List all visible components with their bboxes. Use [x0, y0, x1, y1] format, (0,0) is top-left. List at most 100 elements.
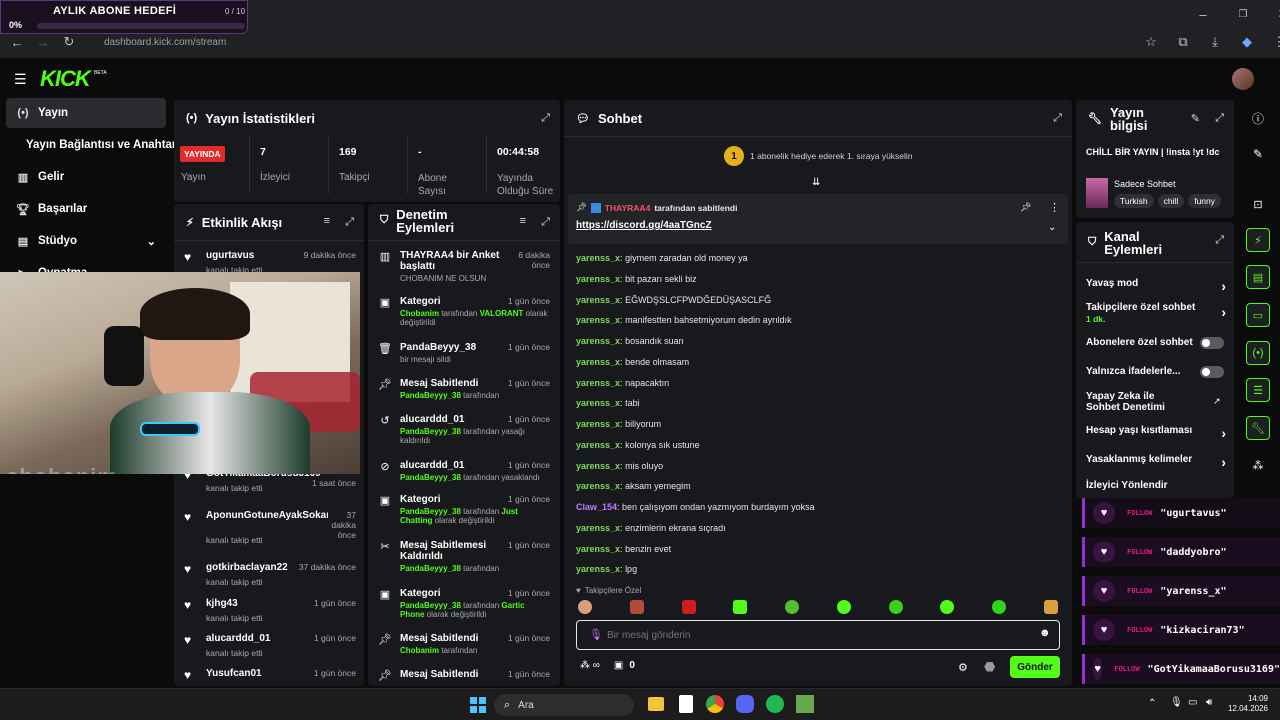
category-thumbnail[interactable] — [1086, 178, 1108, 208]
discord-icon[interactable] — [736, 695, 754, 713]
emote-icon[interactable] — [785, 600, 800, 614]
menu-dots-icon[interactable]: ⋮ — [1268, 34, 1280, 50]
chat-bubble-icon[interactable]: ▭ — [1246, 303, 1270, 327]
gift-banner[interactable]: 1 1 abonelik hediye ederek 1. sıraya yük… — [724, 146, 913, 166]
action-account-age[interactable]: Hesap yaşı kısıtlaması › — [1086, 425, 1226, 441]
action-banned-words[interactable]: Yasaklanmış kelimeler › — [1086, 454, 1226, 470]
profile-icon[interactable]: ◆ — [1236, 34, 1258, 50]
kick-logo[interactable]: KICK — [40, 66, 91, 92]
popout-icon[interactable]: ⤢ — [1053, 112, 1062, 125]
chrome-icon[interactable] — [706, 695, 724, 713]
list-icon[interactable]: ☰ — [1246, 378, 1270, 402]
bookmark-star-icon[interactable]: ☆ — [1140, 34, 1162, 50]
chat-username[interactable]: yarenss_x — [576, 378, 620, 388]
maximize-icon[interactable]: ❐ — [1232, 9, 1254, 20]
tag-chip[interactable]: Turkish — [1114, 194, 1154, 208]
chat-username[interactable]: yarenss_x — [576, 419, 620, 429]
points-icon[interactable]: ⁂ ∞ — [580, 660, 600, 671]
popout-icon[interactable]: ⤢ — [1215, 112, 1224, 125]
filter-icon[interactable]: ≡ — [324, 215, 330, 227]
sidebar-item-gelir[interactable]: ▥ Gelir — [6, 162, 166, 192]
hamburger-menu-icon[interactable]: ☰ — [14, 71, 27, 88]
focus-icon[interactable]: ⊡ — [1246, 192, 1270, 216]
minecraft-icon[interactable] — [796, 695, 814, 713]
back-icon[interactable]: ← — [6, 35, 28, 50]
sidebar-item-yayin[interactable]: (•) Yayın — [6, 98, 166, 128]
chat-username[interactable]: yarenss_x — [576, 315, 620, 325]
chevron-up-icon[interactable]: ⌃ — [1148, 698, 1156, 709]
volume-icon[interactable]: 🔊︎ — [1206, 697, 1212, 708]
chat-username[interactable]: yarenss_x — [576, 523, 620, 533]
chat-username[interactable]: yarenss_x — [576, 398, 620, 408]
wrench-icon[interactable]: 🔧︎ — [1246, 416, 1270, 440]
send-button[interactable]: Gönder — [1010, 656, 1060, 678]
moderation-actor[interactable]: PandaBeyyy_38 — [400, 564, 461, 573]
taskbar-clock[interactable]: 14:09 12.04.2026 — [1226, 694, 1268, 714]
chat-input[interactable] — [607, 626, 1027, 644]
broadcast-icon[interactable]: (•) — [1246, 341, 1270, 365]
points-icon[interactable]: ⁂ — [1246, 453, 1270, 477]
tag-chip[interactable]: funny — [1188, 194, 1222, 208]
chat-username[interactable]: Claw_154 — [576, 502, 617, 512]
sidebar-item-studyo[interactable]: ▤ Stüdyo ⌄ — [6, 226, 166, 256]
filter-icon[interactable]: ≡ — [520, 215, 526, 227]
address-bar[interactable]: dashboard.kick.com/stream — [82, 34, 1252, 52]
category-name[interactable]: Sadece Sohbet — [1114, 179, 1176, 189]
close-icon[interactable]: ✕ — [1272, 6, 1280, 22]
extensions-icon[interactable]: ⧉ — [1172, 34, 1194, 50]
spotify-icon[interactable] — [766, 695, 784, 713]
action-raid[interactable]: İzleyici Yönlendir — [1086, 480, 1226, 491]
emotes-only-toggle[interactable] — [1200, 366, 1224, 378]
microphone-icon[interactable]: 🎙︎ — [1170, 697, 1183, 708]
moderation-actor[interactable]: PandaBeyyy_38 — [400, 391, 461, 400]
forward-icon[interactable]: → — [32, 35, 54, 50]
chat-username[interactable]: yarenss_x — [576, 336, 620, 346]
sidebar-item-stream-key[interactable]: Yayın Bağlantısı ve Anahtarı — [6, 130, 180, 160]
external-link-icon[interactable]: ↗ — [1213, 396, 1221, 407]
emote-icon[interactable] — [578, 600, 592, 614]
emoji-icon[interactable]: ☻ — [1039, 627, 1051, 639]
popout-icon[interactable]: ⤢ — [345, 216, 354, 229]
activity-user[interactable]: AponunGotuneAyakSokan3 — [206, 510, 338, 521]
chat-username[interactable]: yarenss_x — [576, 544, 620, 554]
emote-icon[interactable] — [681, 600, 696, 614]
moderation-actor[interactable]: PandaBeyyy_38 — [400, 427, 461, 436]
info-icon[interactable]: ⓘ — [1246, 106, 1270, 130]
popout-icon[interactable]: ⤢ — [541, 112, 550, 125]
download-icon[interactable]: ⤓ — [1204, 34, 1226, 50]
moderation-actor[interactable]: PandaBeyyy_38 — [400, 473, 461, 482]
emote-icon[interactable] — [733, 600, 748, 614]
chevron-down-icon[interactable]: ⌄ — [1048, 222, 1056, 233]
chat-username[interactable]: yarenss_x — [576, 253, 620, 263]
moderation-actor[interactable]: Chobanim — [400, 309, 439, 318]
bot-icon[interactable]: ⬣ — [984, 659, 995, 675]
emote-icon[interactable] — [1043, 600, 1058, 614]
moderation-actor[interactable]: PandaBeyyy_38 — [400, 507, 461, 516]
microphone-icon[interactable]: 🎙︎ — [589, 628, 603, 641]
chat-username[interactable]: yarenss_x — [576, 481, 620, 491]
windows-start-icon[interactable] — [470, 697, 486, 713]
pinned-by[interactable]: THAYRAA4 — [605, 203, 651, 213]
action-followers-only[interactable]: Takipçilere özel sohbet 1 dk. › — [1086, 302, 1226, 324]
edit-icon[interactable]: ✎ — [1246, 142, 1270, 166]
notes-icon[interactable] — [679, 695, 693, 713]
emote-icon[interactable] — [992, 600, 1007, 614]
sidebar-item-basarilar[interactable]: 🏆︎ Başarılar — [6, 194, 166, 224]
lightning-icon[interactable]: ⚡︎ — [1246, 228, 1270, 252]
edit-icon[interactable]: ✎ — [1191, 112, 1200, 125]
reload-icon[interactable]: ↻ — [58, 34, 80, 50]
emote-icon[interactable] — [629, 600, 644, 614]
network-icon[interactable]: ▭ — [1188, 697, 1197, 708]
moderation-actor[interactable]: PandaBeyyy_38 — [400, 601, 461, 610]
scroll-down-icon[interactable]: ⇊ — [812, 177, 820, 188]
minimize-icon[interactable]: – — [1192, 7, 1214, 22]
tag-chip[interactable]: chill — [1157, 194, 1185, 208]
action-slow-mode[interactable]: Yavaş mod › — [1086, 278, 1226, 294]
emote-icon[interactable] — [836, 600, 851, 614]
points-counter[interactable]: ▣ 0 — [614, 660, 635, 671]
chat-username[interactable]: yarenss_x — [576, 564, 620, 574]
pinned-link[interactable]: https://discord.gg/4aaTGncZ — [576, 220, 712, 231]
popout-icon[interactable]: ⤢ — [1215, 234, 1224, 247]
taskbar-search[interactable]: ⌕ Ara — [494, 694, 634, 716]
popout-icon[interactable]: ⤢ — [541, 216, 550, 229]
